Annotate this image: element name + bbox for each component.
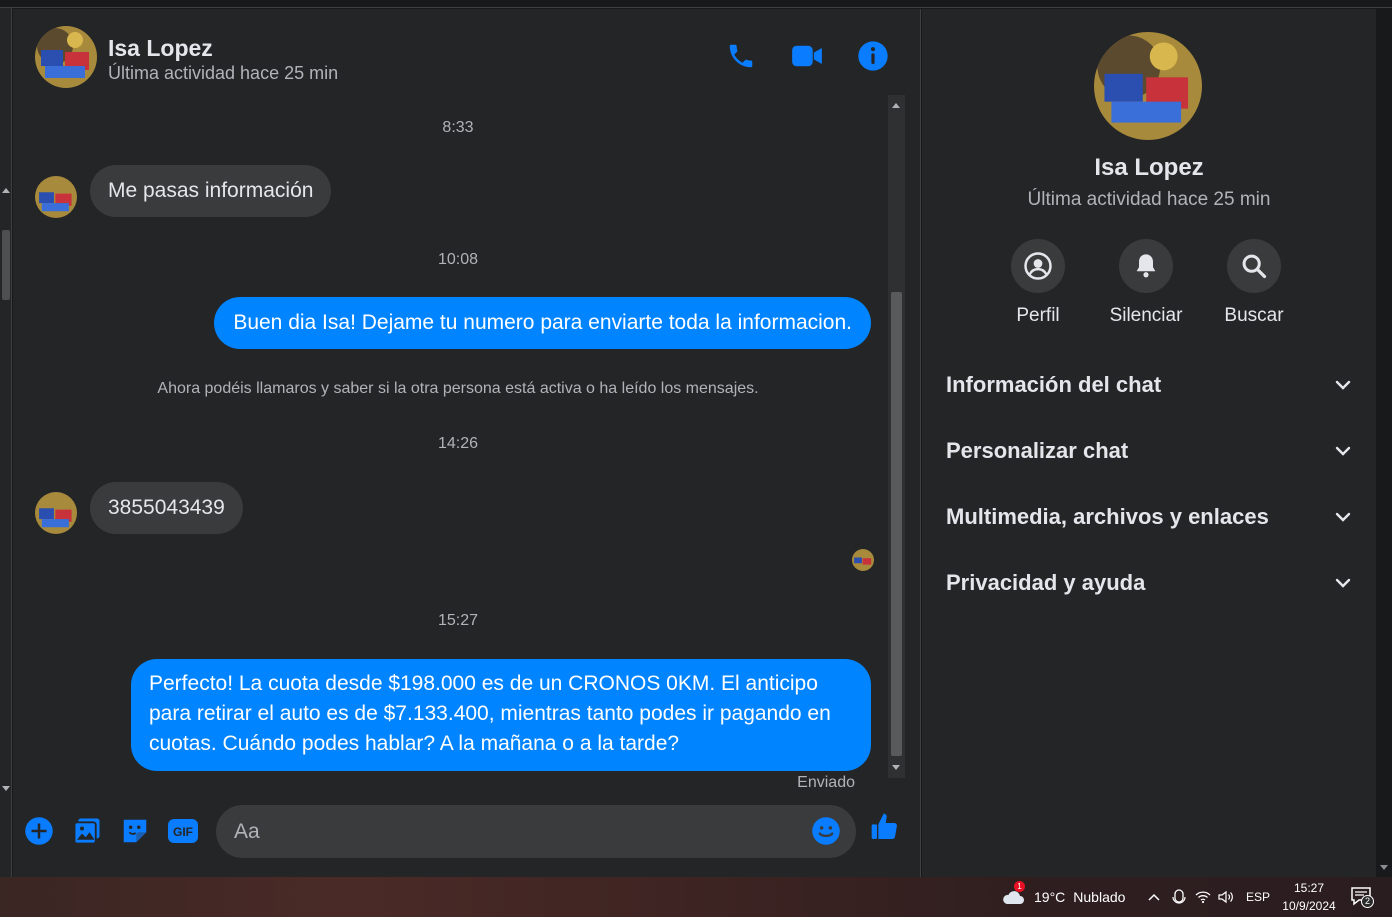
chat-header: Isa Lopez Última actividad hace 25 min xyxy=(13,9,921,103)
weather-alert-badge: 1 xyxy=(1014,881,1025,892)
section-privacy-help[interactable]: Privacidad y ayuda xyxy=(946,563,1352,603)
mute-button[interactable]: Silenciar xyxy=(1101,239,1191,327)
section-title: Información del chat xyxy=(946,372,1162,397)
message-incoming[interactable]: 3855043439 xyxy=(90,482,243,534)
notification-count: 2 xyxy=(1361,895,1374,908)
meet-icon[interactable] xyxy=(1172,877,1186,917)
wifi-icon[interactable] xyxy=(1195,877,1211,917)
messenger-window: Isa Lopez Última actividad hace 25 min 8… xyxy=(0,0,1392,917)
clock-date: 10/9/2024 xyxy=(1282,899,1336,913)
profile-label: Perfil xyxy=(1016,305,1060,326)
info-contact-name: Isa Lopez xyxy=(1094,154,1204,181)
system-notice: Ahora podéis llamaros y saber si la otra… xyxy=(157,380,759,397)
search-icon[interactable] xyxy=(1227,239,1281,293)
chat-panel: Isa Lopez Última actividad hace 25 min 8… xyxy=(13,9,921,877)
gif-icon[interactable]: GIF xyxy=(167,815,199,847)
read-receipt-avatar xyxy=(852,549,874,571)
phone-icon[interactable] xyxy=(724,39,758,73)
sender-avatar[interactable] xyxy=(35,492,77,534)
window-top-border xyxy=(0,0,1392,8)
profile-icon[interactable] xyxy=(1011,239,1065,293)
notification-icon: 2 xyxy=(1350,886,1374,908)
temperature: 19°C xyxy=(1034,889,1066,905)
section-title: Multimedia, archivos y enlaces xyxy=(946,504,1269,529)
emoji-icon[interactable] xyxy=(810,815,842,847)
message-incoming[interactable]: Me pasas información xyxy=(90,165,332,217)
scrollbar-thumb[interactable] xyxy=(891,292,902,756)
contact-avatar[interactable] xyxy=(35,26,97,88)
video-icon[interactable] xyxy=(790,39,824,73)
mute-label: Silenciar xyxy=(1109,305,1183,326)
sticker-icon[interactable] xyxy=(119,815,151,847)
contact-avatar-large[interactable] xyxy=(1094,32,1202,140)
message-list[interactable]: 8:33 Me pasas información 10:08 Buen dia… xyxy=(13,103,903,793)
section-chat-info[interactable]: Información del chat xyxy=(946,365,1352,405)
message-outgoing[interactable]: Perfecto! La cuota desde $198.000 es de … xyxy=(131,659,871,771)
gif-label: GIF xyxy=(173,825,193,839)
timestamp: 8:33 xyxy=(442,119,474,136)
sender-avatar[interactable] xyxy=(35,176,77,218)
info-icon[interactable] xyxy=(856,39,890,73)
timestamp: 10:08 xyxy=(437,251,479,268)
conversation-info-panel: Isa Lopez Última actividad hace 25 min P… xyxy=(922,9,1376,877)
search-label: Buscar xyxy=(1224,305,1284,326)
delivery-status: Enviado xyxy=(797,774,855,791)
scrollbar-thumb[interactable] xyxy=(2,230,10,300)
image-icon[interactable] xyxy=(71,815,103,847)
bell-icon[interactable] xyxy=(1119,239,1173,293)
scroll-down-arrow-icon[interactable] xyxy=(1380,865,1388,870)
chevron-down-icon xyxy=(1335,380,1351,390)
volume-icon[interactable] xyxy=(1218,877,1234,917)
windows-taskbar: 1 19°C Nublado ESP 15:27 10/9/2024 2 xyxy=(0,877,1392,917)
input-language[interactable]: ESP xyxy=(1246,877,1270,917)
chevron-down-icon xyxy=(1335,512,1351,522)
section-media-files-links[interactable]: Multimedia, archivos y enlaces xyxy=(946,497,1352,537)
show-hidden-icons-button[interactable] xyxy=(1147,877,1161,917)
clock[interactable]: 15:27 10/9/2024 xyxy=(1270,879,1348,915)
like-icon[interactable] xyxy=(869,811,901,843)
weather-condition: Nublado xyxy=(1073,889,1126,905)
weather-widget[interactable]: 1 19°C Nublado xyxy=(1000,877,1125,917)
notifications-button[interactable]: 2 xyxy=(1350,877,1374,917)
scroll-down-arrow-icon[interactable] xyxy=(2,786,10,791)
profile-button[interactable]: Perfil xyxy=(993,239,1083,327)
right-scrollbar[interactable] xyxy=(1376,9,1392,877)
messages-scrollbar[interactable] xyxy=(888,95,905,778)
left-scrollbar[interactable] xyxy=(0,8,12,877)
contact-name[interactable]: Isa Lopez xyxy=(108,35,213,62)
chevron-down-icon xyxy=(1335,578,1351,588)
plus-icon[interactable] xyxy=(23,815,55,847)
chevron-up-icon[interactable] xyxy=(1147,892,1161,902)
composer: GIF xyxy=(13,799,921,877)
scroll-up-arrow-icon[interactable] xyxy=(2,188,10,193)
section-customize-chat[interactable]: Personalizar chat xyxy=(946,431,1352,471)
scroll-down-arrow-icon[interactable] xyxy=(892,765,900,770)
search-button[interactable]: Buscar xyxy=(1209,239,1299,327)
timestamp: 15:27 xyxy=(437,612,479,629)
message-outgoing[interactable]: Buen dia Isa! Dejame tu numero para envi… xyxy=(214,297,871,349)
chevron-down-icon xyxy=(1335,446,1351,456)
timestamp: 14:26 xyxy=(437,435,479,452)
contact-status: Última actividad hace 25 min xyxy=(108,63,339,83)
clock-time: 15:27 xyxy=(1293,881,1325,895)
scroll-up-arrow-icon[interactable] xyxy=(892,103,900,108)
info-contact-status: Última actividad hace 25 min xyxy=(1027,189,1271,210)
cloud-icon: 1 xyxy=(1000,881,1026,907)
message-input-wrapper[interactable] xyxy=(216,805,856,858)
section-title: Privacidad y ayuda xyxy=(946,570,1146,595)
section-title: Personalizar chat xyxy=(946,438,1129,463)
message-input[interactable] xyxy=(234,805,794,858)
